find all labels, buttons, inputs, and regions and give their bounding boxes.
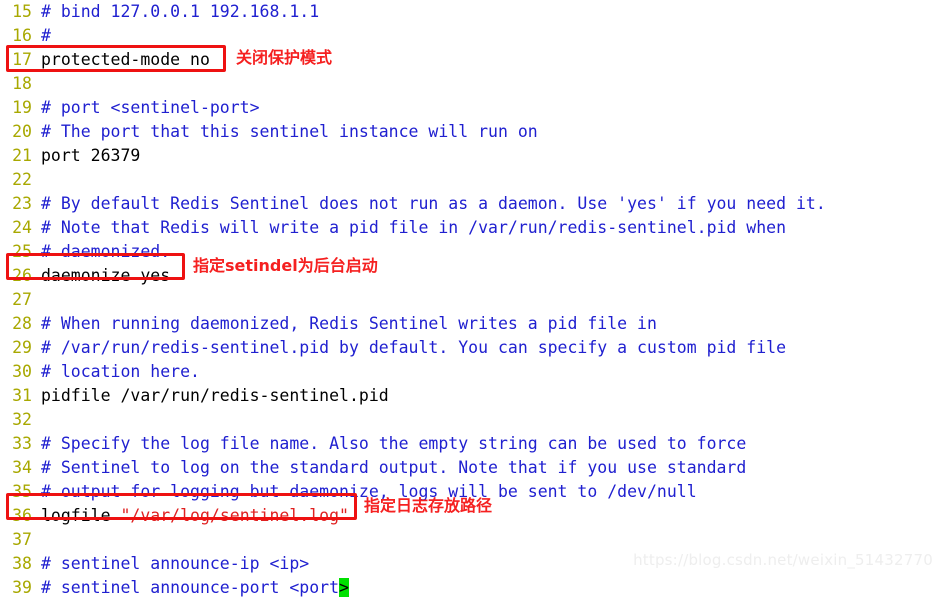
code-line-15[interactable]: 15 # bind 127.0.0.1 192.168.1.1 (0, 0, 941, 24)
code-line-26[interactable]: 26 daemonize yes (0, 264, 941, 288)
token-code: logfile (41, 506, 121, 525)
line-number: 23 (12, 194, 32, 213)
token-code: port 26379 (41, 146, 141, 165)
token-comment: # location here. (41, 362, 200, 381)
line-number: 39 (12, 578, 32, 597)
line-content[interactable]: # location here. (32, 360, 200, 384)
line-number: 24 (12, 218, 32, 237)
line-number: 21 (12, 146, 32, 165)
line-number: 26 (12, 266, 32, 285)
code-editor-pane[interactable]: 15 # bind 127.0.0.1 192.168.1.1 16 #17 prote… (0, 0, 941, 597)
code-line-25[interactable]: 25 # daemonized. (0, 240, 941, 264)
line-number: 38 (12, 554, 32, 573)
line-content[interactable]: # daemonized. (32, 240, 170, 264)
token-comment: # sentinel announce-port <port (41, 578, 340, 597)
token-comment: # Note that Redis will write a pid file … (41, 218, 787, 237)
line-content[interactable]: # The port that this sentinel instance w… (32, 120, 538, 144)
code-line-28[interactable]: 28 # When running daemonized, Redis Senti… (0, 312, 941, 336)
code-line-18[interactable]: 18 (0, 72, 941, 96)
line-number: 22 (12, 170, 32, 189)
token-comment: # sentinel announce-ip <ip> (41, 554, 310, 573)
watermark-text: https://blog.csdn.net/weixin_51432770 (633, 551, 933, 569)
token-comment: # (41, 26, 51, 45)
line-number: 36 (12, 506, 32, 525)
code-line-24[interactable]: 24 # Note that Redis will write a pid fil… (0, 216, 941, 240)
line-number: 35 (12, 482, 32, 501)
line-content[interactable]: # Specify the log file name. Also the em… (32, 432, 746, 456)
line-content[interactable]: # By default Redis Sentinel does not run… (32, 192, 826, 216)
line-content[interactable]: # (32, 24, 51, 48)
annotation-note-protected-mode: 关闭保护模式 (236, 48, 333, 67)
code-line-27[interactable]: 27 (0, 288, 941, 312)
line-number: 19 (12, 98, 32, 117)
code-line-30[interactable]: 30 # location here. (0, 360, 941, 384)
line-number: 33 (12, 434, 32, 453)
line-number: 32 (12, 410, 32, 429)
line-content[interactable]: # sentinel announce-port <port> (32, 576, 349, 600)
line-content[interactable]: # When running daemonized, Redis Sentine… (32, 312, 657, 336)
line-content[interactable]: daemonize yes (32, 264, 170, 288)
line-number: 31 (12, 386, 32, 405)
token-comment: # bind 127.0.0.1 192.168.1.1 (41, 2, 320, 21)
token-comment: # port <sentinel-port> (41, 98, 260, 117)
line-number: 17 (12, 50, 32, 69)
code-line-17[interactable]: 17 protected-mode no (0, 48, 941, 72)
line-content[interactable]: logfile "/var/log/sentinel.log" (32, 504, 349, 528)
line-content[interactable]: pidfile /var/run/redis-sentinel.pid (32, 384, 389, 408)
token-comment: # daemonized. (41, 242, 171, 261)
line-number: 29 (12, 338, 32, 357)
line-content[interactable]: # Note that Redis will write a pid file … (32, 216, 786, 240)
code-line-39[interactable]: 39 # sentinel announce-port <port> (0, 576, 941, 600)
code-line-20[interactable]: 20 # The port that this sentinel instance… (0, 120, 941, 144)
line-number: 18 (12, 74, 32, 93)
line-content[interactable]: # sentinel announce-ip <ip> (32, 552, 309, 576)
code-line-34[interactable]: 34 # Sentinel to log on the standard outp… (0, 456, 941, 480)
line-content[interactable]: # /var/run/redis-sentinel.pid by default… (32, 336, 786, 360)
token-code: pidfile /var/run/redis-sentinel.pid (41, 386, 389, 405)
annotation-note-logfile: 指定日志存放路径 (364, 496, 493, 515)
token-comment: # Sentinel to log on the standard output… (41, 458, 747, 477)
line-number: 30 (12, 362, 32, 381)
code-line-21[interactable]: 21 port 26379 (0, 144, 941, 168)
code-line-29[interactable]: 29 # /var/run/redis-sentinel.pid by defau… (0, 336, 941, 360)
token-comment: # The port that this sentinel instance w… (41, 122, 538, 141)
token-code: daemonize yes (41, 266, 171, 285)
line-number: 15 (12, 2, 32, 21)
token-comment: # When running daemonized, Redis Sentine… (41, 314, 657, 333)
token-string: "/var/log/sentinel.log" (120, 506, 349, 525)
line-content[interactable]: protected-mode no (32, 48, 210, 72)
code-line-31[interactable]: 31 pidfile /var/run/redis-sentinel.pid (0, 384, 941, 408)
line-number: 20 (12, 122, 32, 141)
token-comment: # /var/run/redis-sentinel.pid by default… (41, 338, 787, 357)
line-number: 37 (12, 530, 32, 549)
code-line-37[interactable]: 37 (0, 528, 941, 552)
token-code: protected-mode no (41, 50, 210, 69)
text-cursor: > (339, 578, 349, 597)
line-number: 34 (12, 458, 32, 477)
line-number: 16 (12, 26, 32, 45)
line-content[interactable]: # bind 127.0.0.1 192.168.1.1 (32, 0, 319, 24)
code-line-22[interactable]: 22 (0, 168, 941, 192)
token-comment: # Specify the log file name. Also the em… (41, 434, 747, 453)
annotation-note-daemonize: 指定setindel为后台启动 (193, 256, 378, 275)
line-number: 25 (12, 242, 32, 261)
line-content[interactable]: # Sentinel to log on the standard output… (32, 456, 746, 480)
code-line-32[interactable]: 32 (0, 408, 941, 432)
code-line-23[interactable]: 23 # By default Redis Sentinel does not r… (0, 192, 941, 216)
line-content[interactable]: port 26379 (32, 144, 140, 168)
code-line-33[interactable]: 33 # Specify the log file name. Also the … (0, 432, 941, 456)
line-number: 27 (12, 290, 32, 309)
token-comment: # By default Redis Sentinel does not run… (41, 194, 826, 213)
code-line-19[interactable]: 19 # port <sentinel-port> (0, 96, 941, 120)
line-content[interactable]: # port <sentinel-port> (32, 96, 260, 120)
code-line-16[interactable]: 16 # (0, 24, 941, 48)
line-number: 28 (12, 314, 32, 333)
